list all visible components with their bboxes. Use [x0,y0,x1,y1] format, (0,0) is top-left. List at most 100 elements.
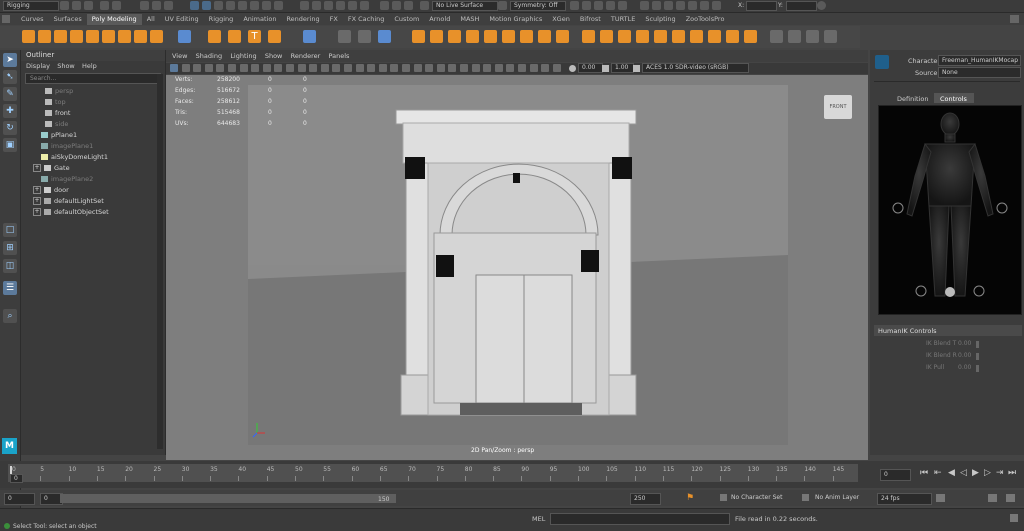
reduce-icon[interactable] [378,30,391,43]
layout-single-icon[interactable]: □ [3,223,17,237]
panel-tool-icon[interactable] [286,64,294,72]
layout-four-icon[interactable]: ⊞ [3,241,17,255]
viewport-menu-renderer[interactable]: Renderer [291,50,321,62]
shelf-tab[interactable]: FX [325,14,343,25]
pick-mask-icon[interactable] [262,1,271,10]
panel-tool-icon[interactable] [367,64,376,72]
snap-plane-icon[interactable] [336,1,345,10]
step-forward-key-icon[interactable]: ⇥ [996,468,1004,478]
render-view-icon[interactable] [640,1,649,10]
render-view-icon[interactable] [712,1,721,10]
play-forward-icon[interactable]: ▶ [972,468,979,478]
select-object-icon[interactable] [152,1,161,10]
panel-tool-icon[interactable] [506,64,515,72]
anim-layer-icon[interactable] [802,494,809,501]
view-transform-dropdown[interactable]: ACES 1.0 SDR-video (sRGB) [642,63,749,73]
open-scene-icon[interactable] [72,1,81,10]
expand-icon[interactable]: + [33,164,41,172]
pick-mask-icon[interactable] [226,1,235,10]
render-view-icon[interactable] [688,1,697,10]
panel-tool-icon[interactable] [518,64,526,72]
shelf-tab[interactable]: XGen [547,14,575,25]
panel-tool-icon[interactable] [413,64,422,72]
snap-curve-icon[interactable] [312,1,321,10]
outliner-menu-show[interactable]: Show [57,62,75,70]
panel-tool-icon[interactable] [344,64,352,72]
outliner-item[interactable]: + door [21,185,165,196]
boolean-icon[interactable] [690,30,703,43]
sculpt-tool-icon[interactable] [788,30,801,43]
poly-cylinder-icon[interactable] [54,30,67,43]
panel-tool-icon[interactable] [193,64,202,72]
ik-blend-value[interactable]: 0.00 [958,340,971,347]
poly-platonic-icon[interactable] [134,30,147,43]
ik-blend-value[interactable]: 0.00 [958,352,971,359]
live-surface-icon[interactable] [420,1,429,10]
ipr-icon[interactable] [594,1,603,10]
boolean-icon[interactable] [618,30,631,43]
boolean-icon[interactable] [672,30,685,43]
layout-outliner-icon[interactable]: ☰ [3,281,17,295]
boolean-icon[interactable] [744,30,757,43]
character-set-dropdown[interactable]: No Character Set [728,493,793,503]
preferences-icon[interactable] [1006,494,1015,502]
panel-tool-icon[interactable] [320,64,329,72]
shelf-tab[interactable]: TURTLE [606,14,640,25]
move-tool-icon[interactable]: ✚ [3,104,17,118]
render-view-icon[interactable] [652,1,661,10]
panel-tool-icon[interactable] [552,64,561,72]
mirror-icon[interactable] [338,30,351,43]
history-icon[interactable] [392,1,401,10]
shelf-tab[interactable]: Sculpting [640,14,680,25]
panel-tool-icon[interactable] [332,64,341,72]
undo-icon[interactable] [100,1,109,10]
gamma-field[interactable]: 1.00 [611,63,634,73]
layout-side-icon[interactable]: ◫ [3,259,17,273]
snap-surface-icon[interactable] [348,1,357,10]
panel-tool-icon[interactable] [460,64,468,72]
shelf-tab[interactable]: FX Caching [343,14,390,25]
search-icon[interactable]: ⌕ [3,309,17,323]
outliner-search-input[interactable]: Search... [25,73,161,84]
go-to-end-icon[interactable]: ⏭ [1008,468,1016,478]
shelf-tab[interactable]: UV Editing [160,14,204,25]
poly-superellipse-icon[interactable] [150,30,163,43]
panel-tool-icon[interactable] [402,64,410,72]
mode-dropdown[interactable]: Rigging [3,1,59,11]
panel-tool-icon[interactable] [390,64,399,72]
outliner-item[interactable]: pPlane1 [21,130,165,141]
expand-icon[interactable]: + [33,208,41,216]
expand-icon[interactable]: + [33,186,41,194]
loop-icon[interactable] [936,494,945,502]
poly-cube-icon[interactable] [38,30,51,43]
pick-mask-icon[interactable] [274,1,283,10]
outliner-item[interactable]: persp [21,86,165,97]
hypershade-icon[interactable] [618,1,627,10]
outliner-item[interactable]: aiSkyDomeLight1 [21,152,165,163]
shelf-tab[interactable]: ZooToolsPro [681,14,730,25]
outliner-item[interactable]: imagePlane1 [21,141,165,152]
shelf-tab[interactable]: Rigging [204,14,239,25]
exposure-field[interactable]: 0.00 [578,63,603,73]
panel-tool-icon[interactable] [204,64,213,72]
outliner-item[interactable]: + defaultLightSet [21,196,165,207]
outliner-menu-display[interactable]: Display [26,62,50,70]
type-text-icon[interactable]: T [248,30,261,43]
scale-tool-icon[interactable]: ▣ [3,138,17,152]
panel-tool-icon[interactable] [541,64,550,72]
anim-layer-dropdown[interactable]: No Anim Layer [812,493,869,503]
auto-key-icon[interactable]: ⚑ [686,493,694,503]
poly-sphere-icon[interactable] [22,30,35,43]
gamma-icon[interactable] [602,65,609,72]
panel-tool-icon[interactable] [239,64,248,72]
bevel-icon[interactable] [448,30,461,43]
separate-icon[interactable] [228,30,241,43]
select-component-icon[interactable] [164,1,173,10]
panel-tool-icon[interactable] [216,64,225,72]
viewport-menu-view[interactable]: View [172,50,187,62]
fps-dropdown[interactable]: 24 fps [877,493,932,505]
bridge-icon[interactable] [430,30,443,43]
viewport-menu-lighting[interactable]: Lighting [230,50,256,62]
boolean-icon[interactable] [654,30,667,43]
panel-tool-icon[interactable] [483,64,492,72]
